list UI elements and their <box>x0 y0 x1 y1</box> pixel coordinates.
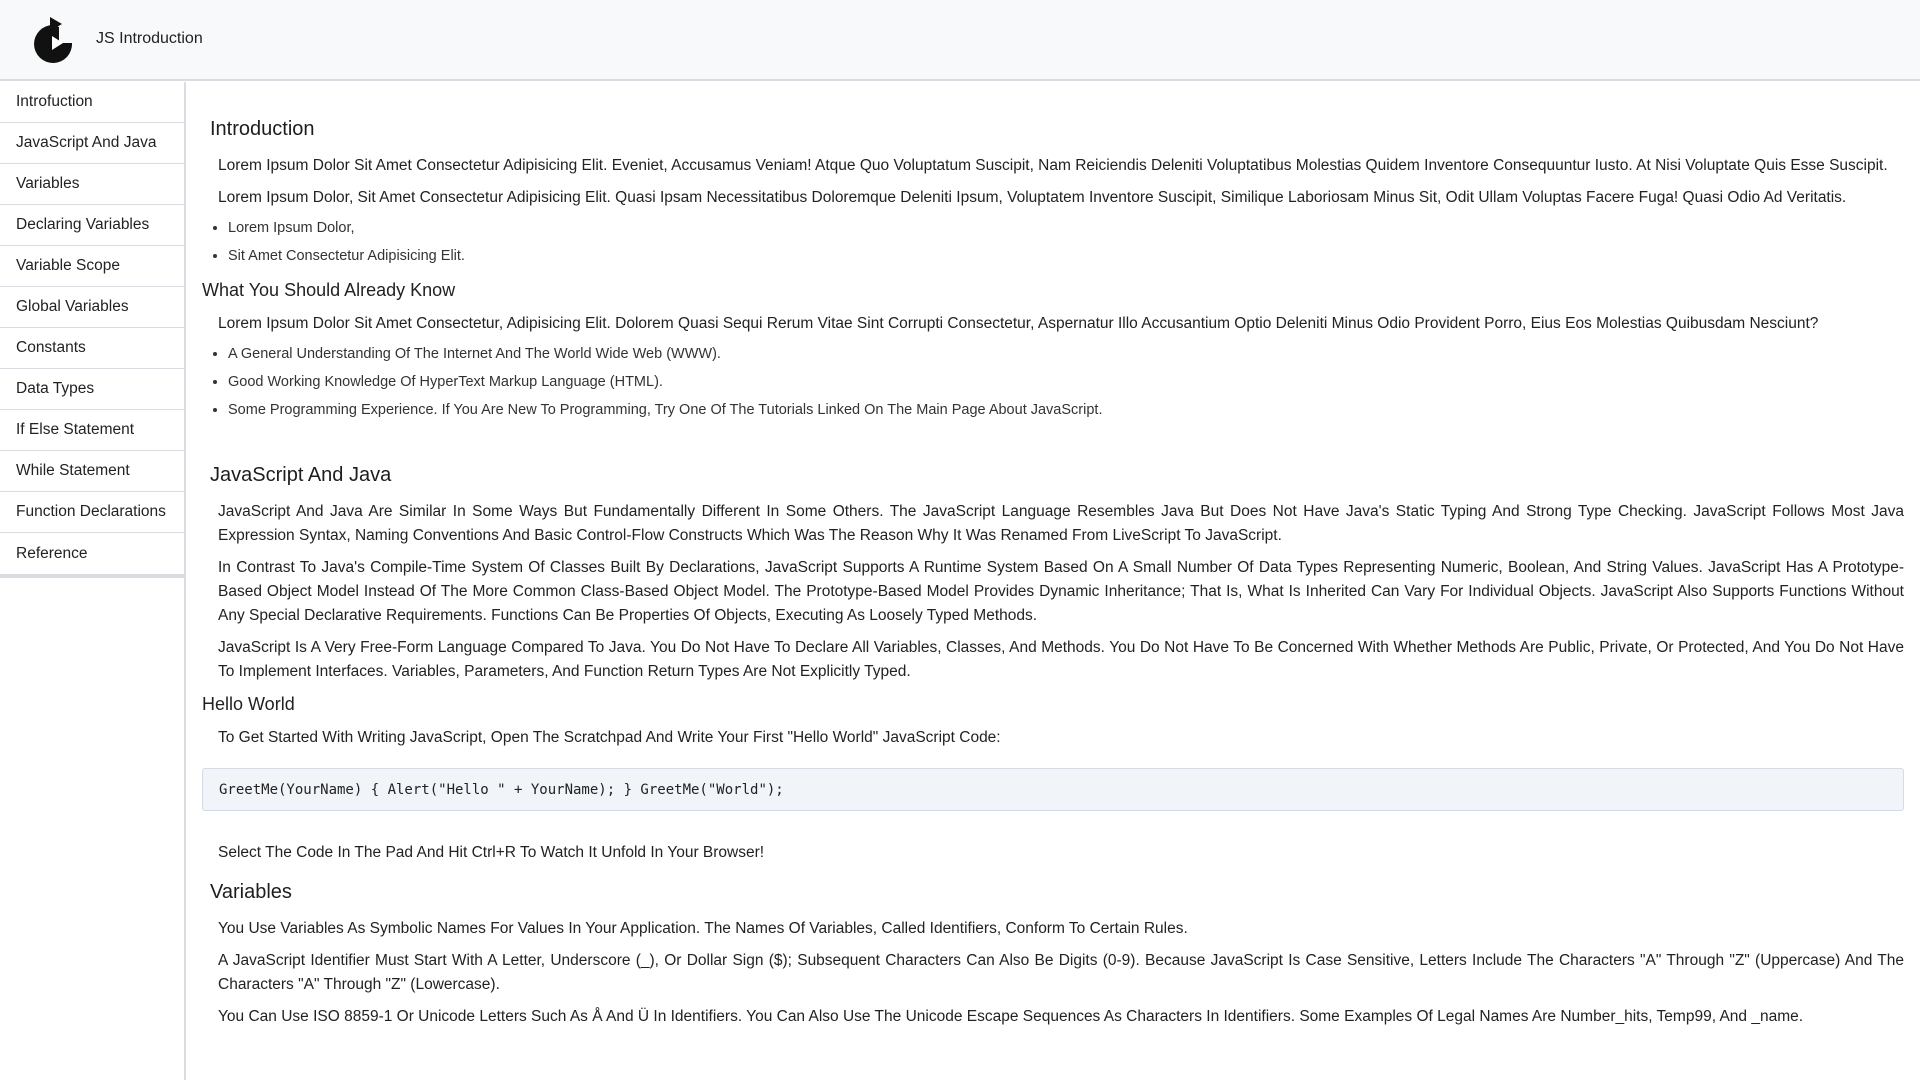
sidebar-item-data-types[interactable]: Data Types <box>0 369 184 410</box>
subheading-hello-world: Hello World <box>202 694 295 714</box>
section-heading-javascript-and-java: JavaScript And Java <box>210 464 392 486</box>
jsjava-paragraph-1: JavaScript And Java Are Similar In Some … <box>218 503 1904 544</box>
section-heading-variables: Variables <box>210 881 292 903</box>
sidebar-item-if-else-statement[interactable]: If Else Statement <box>0 410 184 451</box>
subheading-what-you-should-know: What You Should Already Know <box>202 280 456 300</box>
app-title: JS Introduction <box>96 30 203 47</box>
sidebar-list: Introfuction JavaScript And Java Variabl… <box>0 82 184 578</box>
section-variables: Variables You Use Variables As Symbolic … <box>202 879 1904 1029</box>
intro-paragraph-2: Lorem Ipsum Dolor, Sit Amet Consectetur … <box>218 189 1847 206</box>
jsjava-paragraph-3: JavaScript Is A Very Free-Form Language … <box>218 639 1904 680</box>
know-paragraph: Lorem Ipsum Dolor Sit Amet Consectetur, … <box>218 315 1819 332</box>
jsjava-paragraph-2: In Contrast To Java's Compile-Time Syste… <box>218 559 1904 624</box>
sidebar-item-variables[interactable]: Variables <box>0 164 184 205</box>
list-item: A General Understanding Of The Internet … <box>228 344 1904 364</box>
sidebar-nav: Introfuction JavaScript And Java Variabl… <box>0 82 186 1080</box>
know-bullet-list: A General Understanding Of The Internet … <box>202 344 1904 420</box>
hello-paragraph: To Get Started With Writing JavaScript, … <box>218 729 1001 746</box>
section-heading-introduction: Introduction <box>210 118 315 140</box>
sidebar-item-global-variables[interactable]: Global Variables <box>0 287 184 328</box>
sidebar-item-reference[interactable]: Reference <box>0 533 184 574</box>
sidebar-item-function-declarations[interactable]: Function Declarations <box>0 492 184 533</box>
list-item: Lorem Ipsum Dolor, <box>228 218 1904 238</box>
sidebar-item-declaring-variables[interactable]: Declaring Variables <box>0 205 184 246</box>
sidebar-item-javascript-and-java[interactable]: JavaScript And Java <box>0 123 184 164</box>
section-introduction: Introduction Lorem Ipsum Dolor Sit Amet … <box>202 116 1904 420</box>
js-logo-icon[interactable] <box>32 17 74 63</box>
section-javascript-and-java: JavaScript And Java JavaScript And Java … <box>202 462 1904 865</box>
variables-paragraph-1: You Use Variables As Symbolic Names For … <box>218 920 1188 937</box>
sidebar-item-variable-scope[interactable]: Variable Scope <box>0 246 184 287</box>
sidebar-item-constants[interactable]: Constants <box>0 328 184 369</box>
variables-paragraph-3: You Can Use ISO 8859-1 Or Unicode Letter… <box>218 1008 1804 1025</box>
hello-followup-paragraph: Select The Code In The Pad And Hit Ctrl+… <box>218 844 765 861</box>
intro-paragraph-1: Lorem Ipsum Dolor Sit Amet Consectetur A… <box>218 157 1888 174</box>
main-content: Introduction Lorem Ipsum Dolor Sit Amet … <box>186 82 1920 1080</box>
variables-paragraph-2: A JavaScript Identifier Must Start With … <box>218 952 1904 993</box>
list-item: Sit Amet Consectetur Adipisicing Elit. <box>228 246 1904 266</box>
list-item: Good Working Knowledge Of HyperText Mark… <box>228 372 1904 392</box>
list-item: Some Programming Experience. If You Are … <box>228 400 1904 420</box>
sidebar-item-while-statement[interactable]: While Statement <box>0 451 184 492</box>
header-bar: JS Introduction <box>0 0 1920 81</box>
code-block[interactable]: GreetMe(YourName) { Alert("Hello " + You… <box>202 768 1904 811</box>
sidebar-item-introduction[interactable]: Introfuction <box>0 82 184 123</box>
intro-bullet-list: Lorem Ipsum Dolor, Sit Amet Consectetur … <box>202 218 1904 266</box>
